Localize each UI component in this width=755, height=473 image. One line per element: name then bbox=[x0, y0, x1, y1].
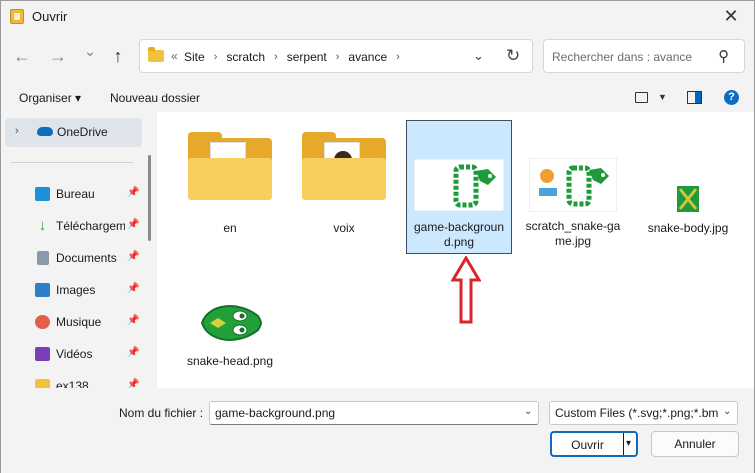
sidebar-item-label: ex138 bbox=[56, 379, 89, 388]
pin-icon: 📌 bbox=[127, 379, 140, 388]
preview-pane-icon[interactable] bbox=[687, 91, 702, 104]
download-icon: ↓ bbox=[38, 217, 47, 234]
file-list: en voix game-background.png scratch_snak… bbox=[157, 112, 754, 388]
music-icon bbox=[35, 315, 50, 329]
view-dropdown-icon[interactable]: ▼ bbox=[658, 92, 667, 102]
window-title: Ouvrir bbox=[32, 9, 68, 24]
sidebar-item-label: OneDrive bbox=[57, 125, 108, 139]
file-name: en bbox=[223, 221, 237, 235]
chevron-right-icon[interactable]: › bbox=[274, 51, 278, 63]
file-type-value[interactable]: Custom Files (*.svg;*.png;*.bmp; bbox=[555, 406, 718, 420]
onedrive-cloud-icon bbox=[37, 127, 53, 136]
breadcrumb-avance[interactable]: avance bbox=[348, 50, 387, 64]
file-type-select[interactable]: Custom Files (*.svg;*.png;*.bmp; ⌄ bbox=[549, 401, 738, 425]
chevron-down-icon[interactable]: ⌄ bbox=[524, 406, 532, 417]
sidebar-item-bureau[interactable]: Bureau 📌 bbox=[35, 185, 145, 205]
documents-icon bbox=[37, 251, 49, 265]
folder-icon bbox=[35, 379, 50, 388]
pin-icon: 📌 bbox=[127, 283, 140, 294]
breadcrumb-scratch[interactable]: scratch bbox=[226, 50, 265, 64]
pin-icon: 📌 bbox=[127, 187, 140, 198]
sidebar-item-videos[interactable]: Vidéos 📌 bbox=[35, 345, 145, 365]
file-name: snake-body.jpg bbox=[647, 221, 729, 235]
filename-field[interactable]: game-background.png ⌄ bbox=[209, 401, 539, 425]
cancel-button[interactable]: Annuler bbox=[651, 431, 739, 457]
sidebar-item-ex138[interactable]: ex138 📌 bbox=[35, 377, 145, 388]
address-bar[interactable]: « Site › scratch › serpent › avance › ⌄ … bbox=[139, 39, 533, 73]
file-item-snake-body[interactable]: snake-body.jpg bbox=[635, 120, 741, 254]
sidebar-item-label: Musique bbox=[56, 315, 102, 329]
file-name: voix bbox=[333, 221, 355, 235]
file-item-game-background[interactable]: game-background.png bbox=[406, 120, 512, 254]
open-button[interactable]: Ouvrir ▾ bbox=[550, 431, 638, 457]
chevron-down-icon[interactable]: ⌄ bbox=[723, 406, 731, 417]
refresh-icon[interactable]: ↻ bbox=[506, 46, 520, 66]
forward-icon[interactable]: → bbox=[43, 41, 73, 71]
file-item-voix[interactable]: voix bbox=[291, 120, 397, 254]
search-placeholder: Rechercher dans : avance bbox=[552, 50, 693, 64]
pin-icon: 📌 bbox=[127, 251, 140, 262]
app-icon bbox=[10, 9, 24, 24]
pin-icon: 📌 bbox=[127, 219, 140, 230]
search-icon[interactable]: ⚲ bbox=[718, 47, 729, 65]
desktop-icon bbox=[35, 187, 50, 201]
folder-icon bbox=[302, 132, 386, 200]
sidebar-item-label: Documents bbox=[56, 251, 117, 265]
annotation-arrow-icon bbox=[451, 256, 481, 324]
breadcrumb: Site › scratch › serpent › avance › bbox=[184, 50, 409, 64]
open-file-dialog: Ouvrir ✕ ← → ⌄ ↑ « Site › scratch › serp… bbox=[0, 0, 755, 473]
up-folder-icon[interactable]: ↑ bbox=[103, 41, 133, 71]
image-thumbnail bbox=[414, 159, 504, 211]
file-name: game-background.png bbox=[413, 220, 505, 249]
pin-icon: 📌 bbox=[127, 315, 140, 326]
file-item-en[interactable]: en bbox=[177, 120, 283, 254]
filename-value[interactable]: game-background.png bbox=[215, 406, 335, 420]
sidebar-item-documents[interactable]: Documents 📌 bbox=[35, 249, 145, 269]
chevron-right-icon[interactable]: › bbox=[214, 51, 218, 63]
back-icon[interactable]: ← bbox=[7, 41, 37, 71]
sidebar-item-musique[interactable]: Musique 📌 bbox=[35, 313, 145, 333]
chevron-right-icon[interactable]: › bbox=[336, 51, 340, 63]
sidebar-item-images[interactable]: Images 📌 bbox=[35, 281, 145, 301]
title-bar: Ouvrir ✕ bbox=[1, 1, 754, 32]
open-button-label[interactable]: Ouvrir bbox=[552, 438, 623, 452]
file-name: scratch_snake-game.jpg bbox=[525, 219, 621, 248]
navigation-scrollbar[interactable] bbox=[148, 155, 151, 241]
dialog-footer: Nom du fichier : game-background.png ⌄ C… bbox=[1, 388, 754, 473]
sidebar-item-onedrive[interactable]: › OneDrive bbox=[5, 118, 142, 147]
divider bbox=[11, 162, 133, 163]
filename-label: Nom du fichier : bbox=[119, 406, 204, 420]
file-name: snake-head.png bbox=[186, 354, 274, 368]
sidebar-item-label: Bureau bbox=[56, 187, 95, 201]
breadcrumb-serpent[interactable]: serpent bbox=[287, 50, 327, 64]
sidebar-item-label: Vidéos bbox=[56, 347, 93, 361]
chevron-right-icon[interactable]: › bbox=[15, 125, 19, 137]
image-thumbnail bbox=[677, 186, 699, 212]
navigation-pane: › OneDrive Bureau 📌 ↓ Téléchargements 📌 … bbox=[1, 112, 156, 388]
chevron-down-icon[interactable]: ⌄ bbox=[473, 48, 484, 64]
address-overflow[interactable]: « bbox=[171, 49, 178, 63]
sidebar-item-telechargements[interactable]: ↓ Téléchargements 📌 bbox=[35, 217, 145, 237]
image-thumbnail bbox=[200, 305, 262, 341]
breadcrumb-site[interactable]: Site bbox=[184, 50, 205, 64]
close-button[interactable]: ✕ bbox=[708, 1, 754, 32]
view-options-icon[interactable] bbox=[635, 92, 648, 103]
chevron-right-icon[interactable]: › bbox=[396, 51, 400, 63]
images-icon bbox=[35, 283, 50, 297]
pin-icon: 📌 bbox=[127, 347, 140, 358]
new-folder-button[interactable]: Nouveau dossier bbox=[110, 91, 200, 105]
search-input[interactable]: Rechercher dans : avance ⚲ bbox=[543, 39, 745, 73]
file-item-scratch-snake-game[interactable]: scratch_snake-game.jpg bbox=[520, 120, 626, 254]
sidebar-item-label: Téléchargements bbox=[56, 219, 125, 233]
videos-icon bbox=[35, 347, 50, 361]
image-thumbnail bbox=[529, 158, 617, 212]
split-divider bbox=[623, 433, 624, 455]
organize-button[interactable]: Organiser ▾ bbox=[19, 91, 81, 105]
help-icon[interactable]: ? bbox=[724, 90, 739, 105]
recent-locations-icon[interactable]: ⌄ bbox=[75, 37, 105, 67]
folder-icon bbox=[148, 47, 164, 62]
open-dropdown-icon[interactable]: ▾ bbox=[626, 438, 631, 449]
folder-icon bbox=[188, 132, 272, 200]
sidebar-item-label: Images bbox=[56, 283, 96, 297]
